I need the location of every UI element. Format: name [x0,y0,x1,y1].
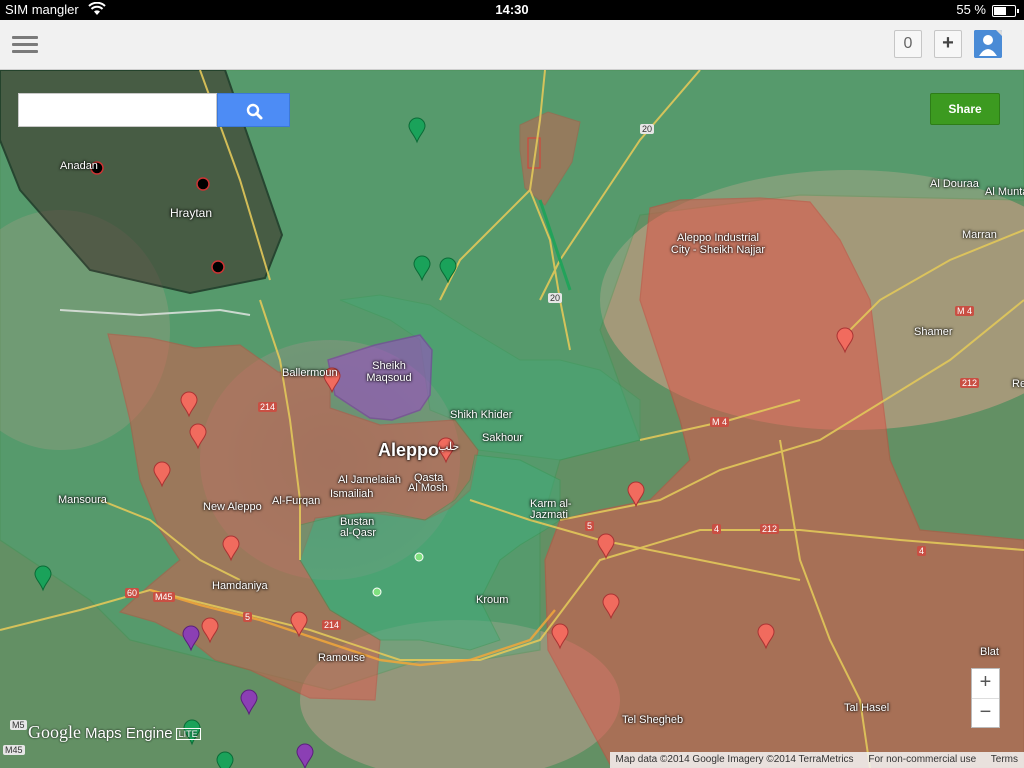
user-icon [974,30,1002,58]
zoom-in-button[interactable]: + [972,669,999,699]
road-4-b: 4 [917,546,927,556]
road-20-b: 20 [548,293,563,303]
road-214-a: 214 [258,402,278,412]
road-214-b: 214 [322,620,342,630]
label-kroum: Kroum [476,594,509,606]
road-m45-a: M45 [153,592,175,602]
attribution-license: For non-commercial use [868,754,977,765]
road-5-b: 5 [243,612,253,622]
battery-percent: 55 % [956,2,986,17]
map-attribution: Map data ©2014 Google Imagery ©2014 Terr… [609,752,1024,768]
search-input[interactable] [18,93,217,127]
label-al-munta: Al Munta [985,186,1024,198]
google-logo: Google [28,722,81,742]
label-new-aleppo: New Aleppo [203,501,262,513]
avatar[interactable] [974,30,1002,58]
label-mansoura: Mansoura [58,494,107,506]
label-karm-al-jazmati: Karm al-Jazmati [530,498,572,521]
road-m4-b: M 4 [710,417,730,427]
label-hraytan: Hraytan [170,206,213,220]
road-m5: M5 [10,720,27,730]
label-sheikh-maqsoud: Sheikh Maqsoud [366,360,412,384]
label-qasta: Qasta [414,472,444,484]
status-bar: SIM mangler 14:30 55 % [0,0,1024,20]
road-212-a: 212 [960,378,980,388]
search-box [18,93,290,127]
label-hamdaniya: Hamdaniya [212,580,268,592]
label-bustan-al-qasr: Bustan al-Qasr [340,516,377,539]
label-aleppo-ar: حلب [438,441,460,453]
zoom-out-button[interactable]: − [972,699,999,728]
app-toolbar: 0 + [0,20,1024,70]
road-212-b: 212 [760,524,780,534]
label-marran: Marran [962,229,997,241]
attribution-data: Map data ©2014 Google Imagery ©2014 Terr… [615,754,854,765]
label-ismailiah: Ismailiah [330,488,374,500]
label-al-douraa: Al Douraa [930,178,979,190]
product-name: Maps Engine [85,725,173,742]
label-tal-hasel: Tal Hasel [844,702,890,714]
share-button[interactable]: Share [930,93,1000,125]
road-60: 60 [125,588,140,598]
map-canvas[interactable]: Aleppo حلب Aleppo Industrial City - Shei… [0,70,1024,768]
label-anadan: Anadan [60,160,98,172]
road-5-a: 5 [585,521,595,531]
layer-count-button[interactable]: 0 [894,30,922,58]
label-ballermoun: Ballermoun [282,367,338,379]
maps-engine-logo: Google Maps Engine LITE [28,722,201,743]
road-4-a: 4 [712,524,722,534]
road-20-a: 20 [640,124,655,134]
label-aleppo: Aleppo [378,440,439,460]
search-button[interactable] [217,93,290,127]
label-blat: Blat [980,646,999,658]
label-industrial-city: Aleppo Industrial City - Sheikh Najjar [670,232,766,256]
label-ramouse: Ramouse [318,652,366,664]
label-shikh-khider: Shikh Khider [450,409,513,421]
label-al-furqan: Al-Furqan [272,495,321,507]
terms-link[interactable]: Terms [991,754,1018,765]
lite-badge: LITE [175,728,201,741]
road-m45-b: M45 [3,745,25,755]
add-button[interactable]: + [934,30,962,58]
zoom-control: + − [971,668,1000,728]
clock: 14:30 [495,2,529,17]
label-sakhour: Sakhour [482,432,523,444]
road-m4-a: M 4 [955,306,975,316]
search-icon [246,103,263,120]
battery-icon [992,5,1019,17]
label-re: Re [1012,378,1024,390]
label-al-jamelaiah: Al Jamelaiah [338,474,401,486]
label-shamer: Shamer [914,326,953,338]
label-tel-shegheb: Tel Shegheb [622,714,684,726]
menu-icon[interactable] [12,36,38,54]
